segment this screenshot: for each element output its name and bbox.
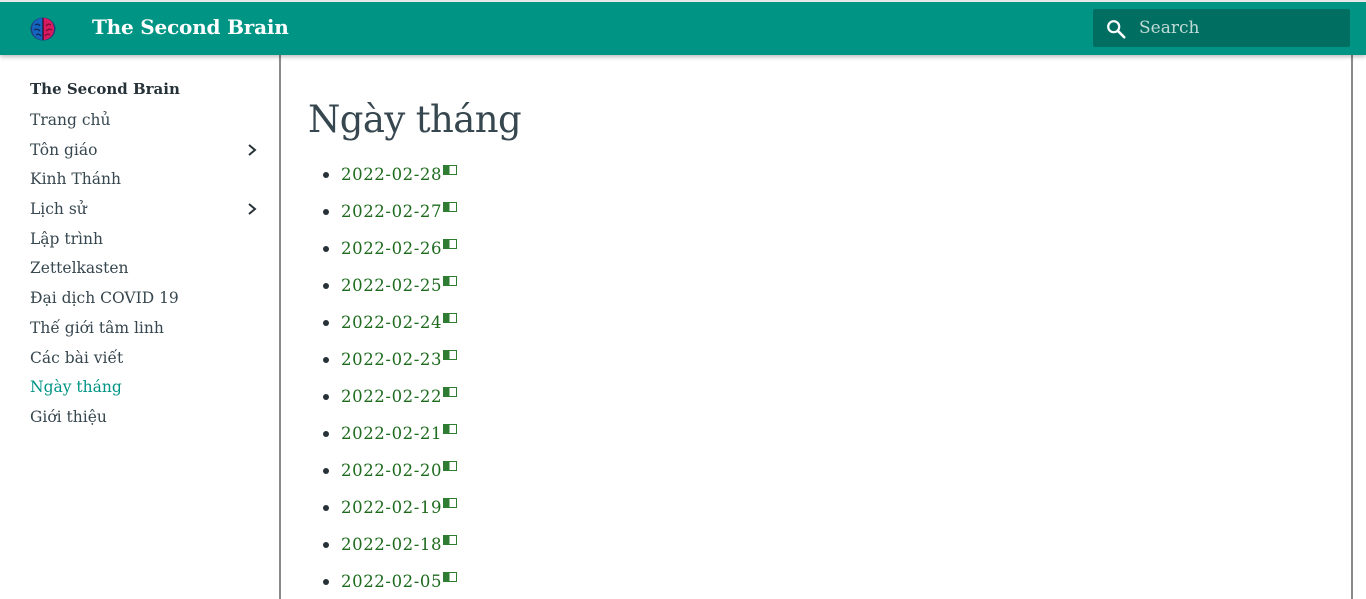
bullet-dot <box>323 357 329 363</box>
list-item: 2022-02-27 <box>317 200 458 237</box>
nav-list: Trang chủ Tôn giáo Kinh Thánh Lịch sử Lậ… <box>30 109 262 436</box>
date-link[interactable]: 2022-02-21 <box>341 424 442 443</box>
list-item: 2022-02-26 <box>317 237 458 274</box>
search-input[interactable] <box>1139 9 1344 47</box>
date-link[interactable]: 2022-02-25 <box>341 276 442 295</box>
sidebar-item-covid-19[interactable]: Đại dịch COVID 19 <box>30 287 262 317</box>
list-item: 2022-02-28 <box>317 163 458 200</box>
list-item: 2022-02-05 <box>317 570 458 599</box>
note-link-icon <box>443 350 458 360</box>
list-item: 2022-02-25 <box>317 274 458 311</box>
bullet-dot <box>323 172 329 178</box>
sidebar-item-ngay-thang[interactable]: Ngày tháng <box>30 376 262 406</box>
note-link-icon <box>443 535 458 545</box>
brain-icon[interactable] <box>29 16 57 42</box>
sidebar-item-label: Lập trình <box>30 229 103 248</box>
bullet-dot <box>323 505 329 511</box>
sidebar-item-lap-trinh[interactable]: Lập trình <box>30 228 262 258</box>
list-item: 2022-02-20 <box>317 459 458 496</box>
list-item: 2022-02-23 <box>317 348 458 385</box>
site-title[interactable]: The Second Brain <box>92 15 289 39</box>
list-item: 2022-02-22 <box>317 385 458 422</box>
bullet-dot <box>323 283 329 289</box>
sidebar-title[interactable]: The Second Brain <box>30 80 180 98</box>
main-content: Ngày tháng 2022-02-28 2022-02-27 2022-02-2… <box>281 55 1351 599</box>
sidebar-item-the-gioi-tam-linh[interactable]: Thế giới tâm linh <box>30 317 262 347</box>
sidebar-item-trang-chu[interactable]: Trang chủ <box>30 109 262 139</box>
date-link[interactable]: 2022-02-22 <box>341 387 442 406</box>
note-link-icon <box>443 276 458 286</box>
sidebar-item-label: Kinh Thánh <box>30 170 121 189</box>
sidebar-item-cac-bai-viet[interactable]: Các bài viết <box>30 347 262 377</box>
content-divider <box>1351 55 1353 599</box>
sidebar-item-label: Các bài viết <box>30 348 124 367</box>
note-link-icon <box>443 572 458 582</box>
chevron-right-icon[interactable] <box>246 202 258 216</box>
date-link[interactable]: 2022-02-05 <box>341 572 442 591</box>
date-link[interactable]: 2022-02-20 <box>341 461 442 480</box>
sidebar-item-label: Giới thiệu <box>30 407 107 426</box>
bullet-dot <box>323 394 329 400</box>
sidebar-nav: The Second Brain Trang chủ Tôn giáo Kinh… <box>0 55 280 599</box>
sidebar-item-gioi-thieu[interactable]: Giới thiệu <box>30 406 262 436</box>
sidebar-item-zettelkasten[interactable]: Zettelkasten <box>30 257 262 287</box>
sidebar-item-lich-su[interactable]: Lịch sử <box>30 198 262 228</box>
sidebar-item-label: Lịch sử <box>30 200 87 219</box>
top-app-bar: The Second Brain <box>0 0 1366 55</box>
date-link[interactable]: 2022-02-26 <box>341 239 442 258</box>
note-link-icon <box>443 387 458 397</box>
sidebar-item-ton-giao[interactable]: Tôn giáo <box>30 139 262 169</box>
note-link-icon <box>443 165 458 175</box>
date-list: 2022-02-28 2022-02-27 2022-02-26 2022-02-25… <box>317 163 458 599</box>
sidebar-item-label: Thế giới tâm linh <box>30 318 164 337</box>
page-title: Ngày tháng <box>308 98 522 141</box>
sidebar-item-label: Tôn giáo <box>30 140 98 159</box>
bullet-dot <box>323 320 329 326</box>
note-link-icon <box>443 239 458 249</box>
date-link[interactable]: 2022-02-24 <box>341 313 442 332</box>
note-link-icon <box>443 498 458 508</box>
bullet-dot <box>323 468 329 474</box>
sidebar-item-label: Đại dịch COVID 19 <box>30 289 179 308</box>
date-link[interactable]: 2022-02-19 <box>341 498 442 517</box>
bullet-dot <box>323 579 329 585</box>
bullet-dot <box>323 246 329 252</box>
date-link[interactable]: 2022-02-18 <box>341 535 442 554</box>
bullet-dot <box>323 431 329 437</box>
sidebar-item-label: Ngày tháng <box>30 378 122 397</box>
note-link-icon <box>443 461 458 471</box>
date-link[interactable]: 2022-02-27 <box>341 202 442 221</box>
date-link[interactable]: 2022-02-23 <box>341 350 442 369</box>
note-link-icon <box>443 313 458 323</box>
list-item: 2022-02-24 <box>317 311 458 348</box>
bullet-dot <box>323 209 329 215</box>
sidebar-item-label: Trang chủ <box>30 111 111 129</box>
list-item: 2022-02-18 <box>317 533 458 570</box>
search-box[interactable] <box>1093 9 1350 47</box>
list-item: 2022-02-19 <box>317 496 458 533</box>
note-link-icon <box>443 202 458 212</box>
chevron-right-icon[interactable] <box>246 143 258 157</box>
sidebar-item-kinh-thanh[interactable]: Kinh Thánh <box>30 168 262 198</box>
sidebar-item-label: Zettelkasten <box>30 259 129 278</box>
list-item: 2022-02-21 <box>317 422 458 459</box>
date-link[interactable]: 2022-02-28 <box>341 165 442 184</box>
note-link-icon <box>443 424 458 434</box>
bullet-dot <box>323 542 329 548</box>
search-icon[interactable] <box>1105 18 1127 40</box>
